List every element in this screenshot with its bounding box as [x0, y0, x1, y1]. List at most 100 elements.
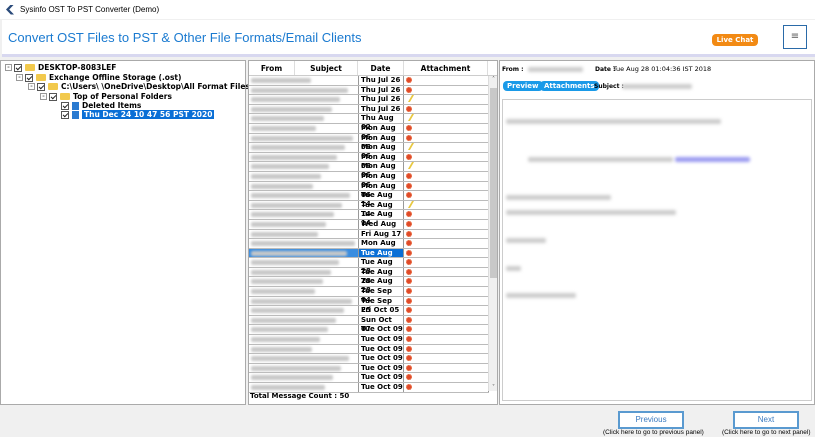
attachment-cell — [404, 133, 489, 143]
checkbox[interactable] — [14, 63, 22, 72]
next-button[interactable]: Next — [733, 411, 799, 429]
live-chat-button[interactable]: Live Chat — [712, 34, 758, 46]
table-row[interactable]: Tue Aug 28 — [249, 248, 489, 266]
column-date[interactable]: Date — [358, 61, 404, 75]
checkbox[interactable] — [49, 92, 57, 101]
body-line — [506, 266, 521, 271]
table-row[interactable]: Mon Aug 20 — [249, 239, 489, 256]
table-row[interactable]: Thu Jul 26 — [249, 95, 489, 105]
tree-node-path[interactable]: - C:\Users\ \OneDrive\Desktop\All Format … — [28, 82, 255, 91]
checkbox[interactable] — [61, 101, 69, 110]
column-subject[interactable]: Subject — [295, 61, 358, 75]
table-row[interactable]: Mon Aug 06 — [249, 181, 489, 199]
tree-node-deleted-items[interactable]: Deleted Items — [61, 101, 141, 110]
table-row[interactable]: Tue Sep 25 — [249, 296, 489, 314]
column-attachment[interactable]: Attachment — [404, 61, 488, 75]
tree-node-store[interactable]: - Exchange Offline Storage (.ost) — [16, 73, 181, 82]
table-row[interactable]: Mon Aug 06 — [249, 152, 489, 170]
table-row[interactable]: Mon Aug 06 — [249, 133, 489, 151]
tree-node-top-folders[interactable]: - Top of Personal Folders — [40, 92, 172, 101]
gear-icon — [406, 172, 412, 179]
table-row[interactable]: Tue Sep 04 — [249, 287, 489, 304]
redacted-from-subject — [249, 335, 358, 344]
gear-icon — [406, 268, 412, 275]
subject-value-redacted — [622, 84, 692, 89]
redacted-from-subject — [249, 239, 358, 248]
table-row[interactable]: Fri Aug 17 — [249, 229, 489, 240]
redacted-from-subject — [249, 297, 358, 306]
body-line — [506, 195, 611, 200]
table-row[interactable]: Tue Aug 28 — [249, 258, 489, 275]
body-line — [506, 293, 576, 298]
table-row[interactable]: Mon Aug 06 — [249, 171, 489, 189]
scroll-down-icon[interactable]: ˅ — [489, 384, 497, 391]
table-row[interactable]: Thu Jul 26 — [249, 76, 489, 86]
table-row[interactable]: Tue Oct 09 — [249, 354, 489, 364]
table-row[interactable]: Thu Jul 26 — [249, 104, 489, 115]
collapse-icon[interactable]: - — [40, 93, 47, 100]
checkbox[interactable] — [25, 73, 33, 82]
header: Convert OST Files to PST & Other File Fo… — [2, 20, 815, 57]
table-row[interactable]: Mon Aug 06 — [249, 123, 489, 141]
tab-attachments[interactable]: Attachments — [540, 81, 599, 91]
checkbox[interactable] — [37, 82, 45, 91]
table-row[interactable]: Mon Aug 06 — [249, 143, 489, 160]
window-title: Sysinfo OST To PST Converter (Demo) — [20, 5, 160, 14]
table-row[interactable]: Wed Aug — [249, 219, 489, 230]
table-row[interactable]: Tue Aug 28 — [249, 267, 489, 285]
attachment-cell — [404, 267, 489, 277]
gear-icon — [406, 326, 412, 333]
gear-icon — [406, 316, 412, 323]
column-from[interactable]: From — [249, 61, 295, 75]
table-row[interactable]: Tue Oct 09 — [249, 344, 489, 355]
date-cell: Mon Aug 06 — [358, 162, 404, 179]
date-cell: Mon Aug 06 — [358, 133, 404, 151]
redacted-from-subject — [249, 114, 358, 123]
date-cell: Tue Aug 28 — [358, 277, 404, 294]
table-row[interactable]: Tue Aug 14 — [249, 210, 489, 227]
message-list: From Subject Date Attachment Thu Jul 26 T… — [248, 60, 498, 405]
tree-node-selected[interactable]: Thu Dec 24 10 47 56 PST 2020 — [61, 110, 215, 119]
collapse-icon[interactable]: - — [5, 64, 12, 71]
tree-node-root[interactable]: - DESKTOP-8083LEF — [5, 63, 116, 72]
previous-button[interactable]: Previous — [618, 411, 684, 429]
table-row[interactable]: Tue Oct 09 — [249, 325, 489, 336]
table-row[interactable]: Tue Oct 09 — [249, 335, 489, 345]
gear-icon — [406, 134, 412, 141]
table-row[interactable]: Thu Jul 26 — [249, 85, 489, 96]
date-cell: Thu Aug 02 — [358, 114, 404, 131]
attachment-cell — [404, 210, 489, 219]
date-cell: Tue Aug 14 — [358, 191, 404, 208]
attachment-cell — [404, 219, 489, 229]
scroll-up-icon[interactable]: ˄ — [489, 76, 497, 83]
scrollbar[interactable]: ˄ ˅ — [488, 76, 497, 391]
redacted-from-subject — [249, 325, 358, 334]
from-label: From : — [502, 66, 524, 73]
attachment-cell — [404, 325, 489, 335]
app-logo-icon — [6, 4, 14, 15]
gear-icon — [406, 336, 412, 343]
table-row[interactable]: Tue Aug 14 — [249, 191, 489, 208]
checkbox[interactable] — [61, 110, 69, 119]
table-row[interactable]: Tue Oct 09 — [249, 373, 489, 383]
date-cell: Tue Aug 14 — [358, 200, 404, 218]
table-row[interactable]: Thu Aug 02 — [249, 114, 489, 131]
table-row[interactable]: Mon Aug 06 — [249, 162, 489, 179]
gear-icon — [406, 355, 412, 362]
tab-preview[interactable]: Preview — [503, 81, 543, 91]
collapse-icon[interactable]: - — [28, 83, 35, 90]
title-bar: Sysinfo OST To PST Converter (Demo) — [0, 0, 815, 19]
date-cell: Tue Oct 09 — [358, 363, 404, 373]
table-row[interactable]: Fri Oct 05 — [249, 306, 489, 316]
gear-icon — [406, 211, 412, 218]
redacted-from-subject — [249, 95, 358, 104]
paperclip-icon — [403, 162, 415, 170]
scroll-thumb[interactable] — [490, 88, 497, 278]
table-row[interactable]: Tue Aug 28 — [249, 277, 489, 294]
collapse-icon[interactable]: - — [16, 74, 23, 81]
attachment-cell — [404, 354, 489, 363]
table-row[interactable]: Tue Oct 09 — [249, 363, 489, 374]
menu-button[interactable]: ≡ — [783, 25, 807, 49]
table-row[interactable]: Sun Oct 07 — [249, 315, 489, 333]
table-row[interactable]: Tue Aug 14 — [249, 200, 489, 218]
